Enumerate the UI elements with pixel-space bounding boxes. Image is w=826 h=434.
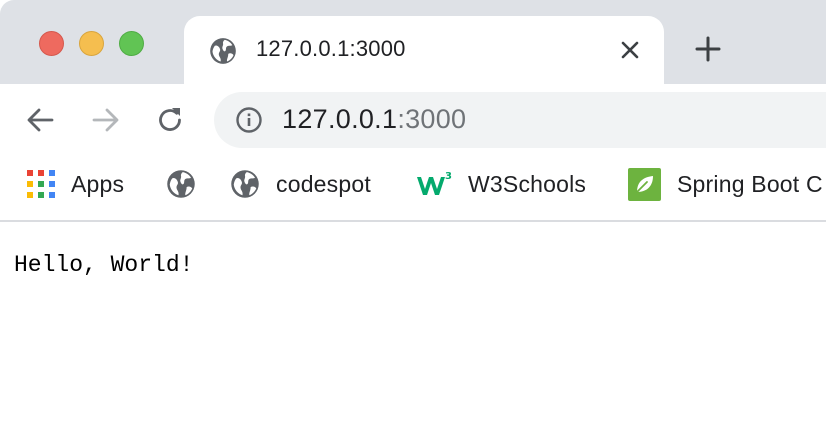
- bookmark-label: Spring Boot C: [677, 170, 823, 197]
- address-bar[interactable]: 127.0.0.1:3000: [214, 92, 826, 148]
- bookmark-label: W3Schools: [468, 170, 587, 197]
- globe-icon: [231, 170, 259, 198]
- back-arrow-icon[interactable]: [25, 104, 57, 136]
- tab-strip: 127.0.0.1:3000: [0, 0, 826, 84]
- minimize-window-button[interactable]: [79, 31, 104, 56]
- zoom-window-button[interactable]: [119, 31, 144, 56]
- bookmark-globe[interactable]: [166, 168, 196, 200]
- close-tab-icon[interactable]: [618, 38, 642, 62]
- forward-arrow-icon[interactable]: [89, 104, 121, 136]
- reload-icon[interactable]: [154, 104, 186, 136]
- globe-icon: [167, 170, 195, 198]
- tab-active[interactable]: 127.0.0.1:3000: [184, 16, 664, 84]
- browser-window: 127.0.0.1:3000 127.0.0.1:3000 Apps codes…: [0, 0, 826, 434]
- globe-icon: [210, 38, 236, 64]
- bookmark-spring-boot[interactable]: Spring Boot C: [628, 167, 823, 201]
- url-port: :3000: [397, 104, 467, 134]
- bookmark-label: Apps: [71, 170, 125, 197]
- svg-text:3: 3: [445, 171, 452, 182]
- bookmark-apps[interactable]: Apps: [27, 168, 124, 200]
- browser-toolbar: 127.0.0.1:3000: [0, 84, 826, 154]
- info-icon[interactable]: [235, 106, 263, 134]
- bookmarks-bar: Apps codespot 3 W3Schools Spring Boot C: [0, 154, 826, 222]
- w3schools-icon: 3: [417, 171, 452, 195]
- bookmark-codespot[interactable]: codespot: [230, 168, 371, 200]
- bookmark-w3schools[interactable]: 3 W3Schools: [416, 168, 586, 200]
- spring-leaf-icon: [628, 167, 661, 201]
- body-text: Hello, World!: [14, 252, 194, 278]
- bookmark-label: codespot: [276, 170, 371, 197]
- url-text[interactable]: 127.0.0.1:3000: [282, 104, 466, 135]
- apps-grid-icon: [27, 170, 55, 198]
- page-content: Hello, World!: [0, 222, 826, 434]
- new-tab-plus-icon[interactable]: [693, 34, 723, 64]
- close-window-button[interactable]: [39, 31, 64, 56]
- tab-title: 127.0.0.1:3000: [256, 36, 406, 61]
- url-host: 127.0.0.1: [282, 104, 398, 134]
